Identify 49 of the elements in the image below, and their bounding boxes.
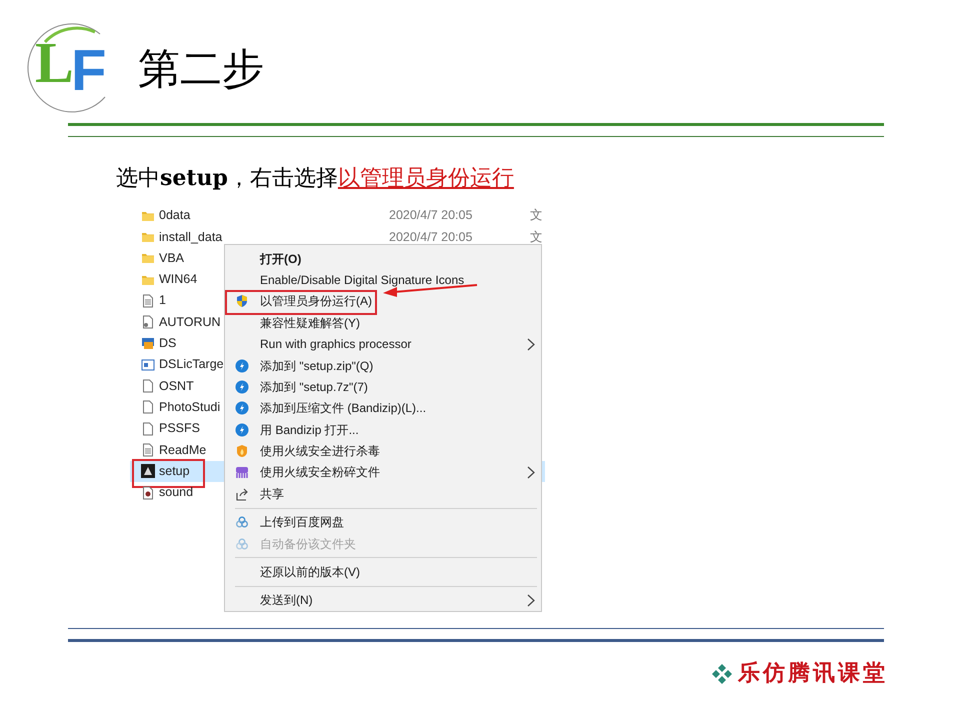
menu-item[interactable]: Run with graphics processor bbox=[235, 334, 412, 355]
file-name[interactable]: install_data bbox=[159, 228, 389, 246]
window-icon bbox=[141, 358, 155, 372]
bolt-circle-icon bbox=[235, 422, 249, 437]
shield-icon bbox=[235, 294, 249, 308]
menu-item[interactable]: 上传到百度网盘 bbox=[235, 511, 344, 533]
menu-item[interactable]: 打开(O) bbox=[235, 248, 302, 270]
blank-file-icon bbox=[141, 379, 155, 394]
blank-file-icon bbox=[141, 422, 155, 436]
bolt-circle-icon bbox=[235, 358, 249, 373]
media-file-icon bbox=[141, 486, 155, 500]
file-type: 文 bbox=[530, 228, 543, 246]
flame-shield-icon bbox=[235, 444, 249, 458]
bolt-circle-icon bbox=[235, 380, 249, 394]
shredder-icon bbox=[235, 465, 249, 480]
menu-item[interactable]: 添加到 "setup.zip"(Q) bbox=[235, 354, 374, 376]
menu-item[interactable]: 用 Bandizip 打开... bbox=[235, 419, 359, 440]
logo-letter: L bbox=[35, 34, 74, 92]
file-date: 2020/4/7 20:05 bbox=[389, 228, 472, 246]
gear-file-icon bbox=[141, 315, 155, 330]
bolt-circle-icon bbox=[235, 401, 249, 416]
menu-item[interactable]: 添加到压缩文件 (Bandizip)(L)... bbox=[235, 398, 426, 419]
cloud-icon bbox=[235, 515, 249, 530]
menu-item[interactable]: 共享 bbox=[235, 483, 284, 504]
menu-item[interactable]: Enable/Disable Digital Signature Icons bbox=[235, 269, 464, 291]
logo-letter: F bbox=[71, 42, 106, 100]
menu-item[interactable]: 添加到 "setup.7z"(7) bbox=[235, 376, 368, 398]
brand-name: 乐仿腾讯课堂 bbox=[738, 659, 888, 688]
cloud-icon bbox=[235, 536, 249, 551]
menu-item[interactable]: 使用火绒安全粉碎文件 bbox=[235, 462, 380, 484]
file-type: 文 bbox=[530, 207, 543, 224]
share-icon bbox=[235, 486, 249, 501]
slide-title: 第二步 bbox=[138, 48, 264, 90]
setup-app-icon bbox=[141, 464, 155, 478]
highlight-text: 以管理员身份运行 bbox=[338, 168, 514, 190]
text-file-icon bbox=[141, 442, 155, 457]
menu-item[interactable]: 还原以前的版本(V) bbox=[235, 561, 360, 583]
instruction-text: 选中setup，右击选择 bbox=[116, 167, 338, 190]
folder-icon bbox=[141, 251, 155, 266]
menu-item[interactable]: 以管理员身份运行(A) bbox=[235, 290, 372, 312]
file-name[interactable]: 0data bbox=[159, 206, 389, 226]
app-icon bbox=[141, 336, 155, 350]
text-file-icon bbox=[141, 294, 155, 308]
menu-item[interactable]: 兼容性疑难解答(Y) bbox=[235, 312, 360, 334]
menu-item[interactable]: 发送到(N) bbox=[235, 590, 313, 611]
menu-item[interactable]: 使用火绒安全进行杀毒 bbox=[235, 440, 380, 462]
file-date: 2020/4/7 20:05 bbox=[389, 207, 472, 224]
diamonds-icon bbox=[711, 662, 733, 684]
blank-file-icon bbox=[141, 400, 155, 414]
